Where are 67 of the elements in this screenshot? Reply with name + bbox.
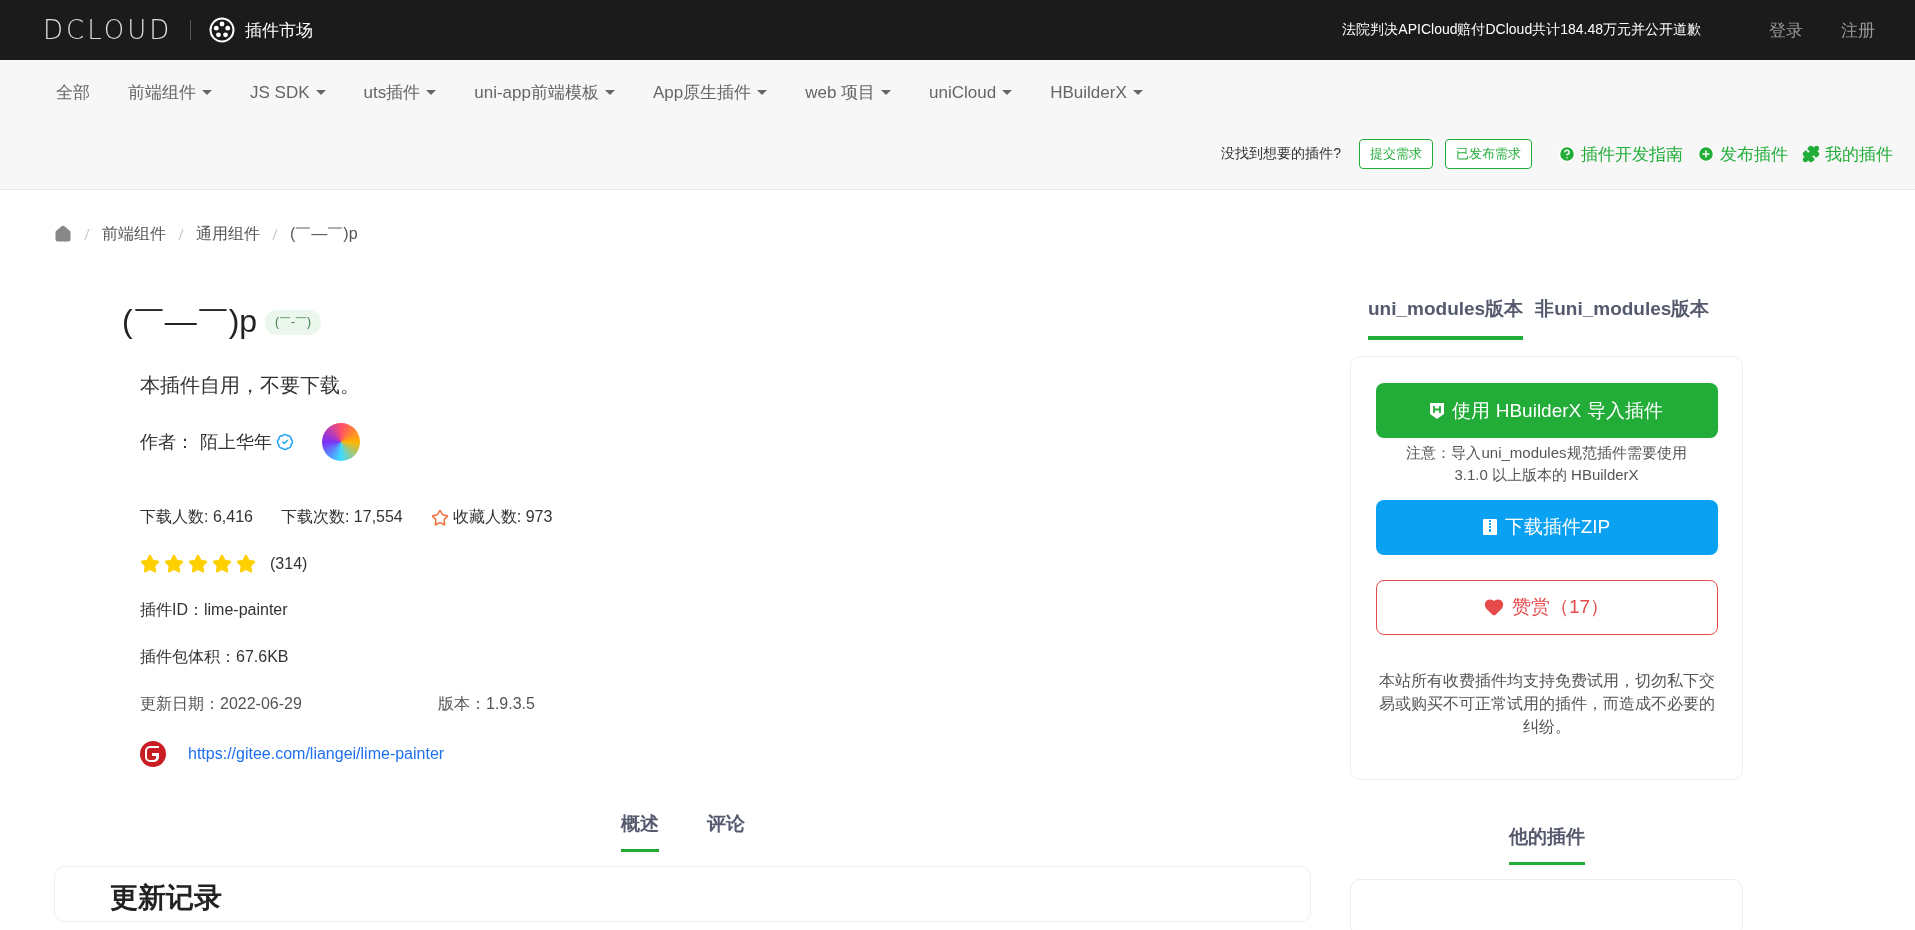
version-text: 版本：1.9.3.5 bbox=[438, 694, 535, 714]
breadcrumb-item[interactable]: 通用组件 bbox=[196, 223, 260, 245]
request-button[interactable]: 提交需求 bbox=[1359, 139, 1433, 169]
nav-item[interactable]: JS SDK bbox=[250, 82, 326, 103]
repo-logo-icon bbox=[140, 741, 166, 767]
reward-button[interactable]: 赞赏（17） bbox=[1375, 579, 1718, 635]
wheel-icon bbox=[209, 17, 236, 43]
plugin-tag: (￣-￣) bbox=[265, 309, 322, 335]
puzzle-icon bbox=[1802, 145, 1820, 163]
zip-file-icon bbox=[1482, 519, 1497, 535]
plugin-description: 本插件自用，不要下载。 bbox=[140, 373, 361, 398]
nav-item[interactable]: App原生插件 bbox=[652, 81, 768, 104]
content-tab[interactable]: 概述 bbox=[620, 811, 659, 852]
star-outline-icon[interactable] bbox=[430, 508, 449, 527]
rating-count: (314) bbox=[270, 555, 308, 573]
avatar[interactable] bbox=[322, 423, 360, 461]
rating-star-icon bbox=[164, 554, 184, 574]
side-tab[interactable]: 他的插件 bbox=[1508, 824, 1585, 865]
shield-icon bbox=[1430, 402, 1445, 419]
nav-item[interactable]: web 项目 bbox=[805, 81, 892, 104]
rating-star-icon bbox=[140, 554, 160, 574]
heart-icon bbox=[1483, 597, 1504, 617]
plus-circle-icon bbox=[1697, 145, 1715, 163]
repo-link[interactable]: https://gitee.com/liangei/lime-painter bbox=[188, 745, 445, 763]
action-link[interactable]: 插件开发指南 bbox=[1558, 142, 1683, 166]
stat-text: 下载次数: 17,554 bbox=[280, 507, 403, 527]
notice-link[interactable]: 法院判决APICloud赔付DCloud共计184.48万元并公开道歉 bbox=[1342, 21, 1701, 39]
action-link[interactable]: 发布插件 bbox=[1697, 142, 1788, 166]
rating-star-icon bbox=[188, 554, 208, 574]
package-size: 插件包体积：67.6KB bbox=[140, 647, 289, 667]
home-icon[interactable] bbox=[54, 225, 72, 243]
nav-item[interactable]: uniCloud bbox=[929, 82, 1013, 103]
breadcrumb-item[interactable]: 前端组件 bbox=[102, 223, 166, 245]
section-title: 更新记录 bbox=[110, 881, 223, 915]
breadcrumb-item[interactable]: (￣—￣)p bbox=[290, 223, 358, 245]
plugin-title: (￣—￣)p bbox=[122, 302, 258, 341]
request-prompt: 没找到想要的插件? bbox=[1221, 145, 1341, 163]
rating-star-icon bbox=[236, 554, 256, 574]
import-button[interactable]: 使用 HBuilderX 导入插件 bbox=[1375, 383, 1718, 438]
header-link[interactable]: 注册 bbox=[1841, 18, 1875, 42]
author-name[interactable]: 陌上华年 bbox=[200, 430, 272, 454]
disclaimer-text: 本站所有收费插件均支持免费试用，切勿私下交易或购买不可正常试用的插件，而造成不必要的纠纷。 bbox=[1377, 670, 1716, 737]
nav-item[interactable]: 前端组件 bbox=[128, 81, 212, 104]
rating-star-icon bbox=[212, 554, 232, 574]
logo[interactable]: DCLOUD bbox=[43, 15, 173, 45]
update-date: 更新日期：2022-06-29 bbox=[140, 694, 303, 714]
market-title[interactable]: 插件市场 bbox=[245, 18, 314, 42]
nav-item[interactable]: 全部 bbox=[56, 81, 90, 104]
separator-icon bbox=[178, 227, 184, 241]
author-label: 作者： bbox=[140, 431, 194, 454]
separator-icon bbox=[272, 227, 278, 241]
header-link[interactable]: 登录 bbox=[1769, 18, 1803, 42]
help-icon bbox=[1558, 145, 1576, 163]
import-note: 注意：导入uni_modules规范插件需要使用3.1.0 以上版本的 HBuilderX bbox=[1405, 443, 1688, 485]
action-link[interactable]: 我的插件 bbox=[1802, 142, 1893, 166]
request-button[interactable]: 已发布需求 bbox=[1445, 139, 1532, 169]
nav-item[interactable]: HBuilderX bbox=[1050, 82, 1143, 103]
nav-item[interactable]: uts插件 bbox=[363, 81, 437, 104]
version-tab[interactable]: 非uni_modules版本 bbox=[1535, 296, 1710, 340]
content-tab[interactable]: 评论 bbox=[706, 811, 745, 852]
stat-text: 收藏人数: 973 bbox=[430, 507, 553, 528]
separator-icon bbox=[84, 227, 90, 241]
stat-text: 下载人数: 6,416 bbox=[140, 507, 253, 527]
version-tab[interactable]: uni_modules版本 bbox=[1368, 296, 1524, 340]
nav-item[interactable]: uni-app前端模板 bbox=[474, 81, 615, 104]
download-button[interactable]: 下载插件ZIP bbox=[1375, 499, 1718, 555]
plugin-id: 插件ID：lime-painter bbox=[140, 600, 288, 620]
